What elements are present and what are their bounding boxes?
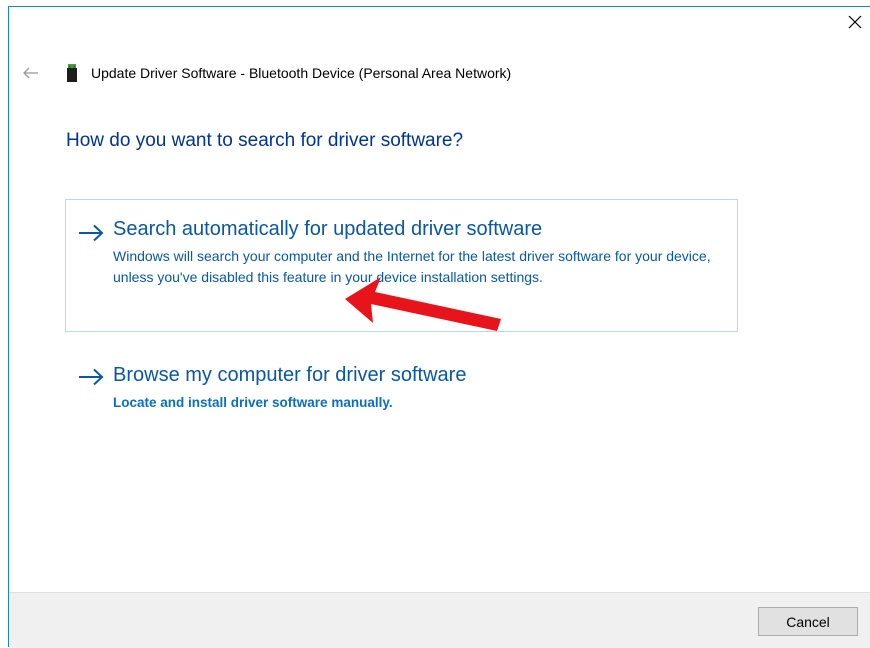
arrow-right-icon xyxy=(79,368,104,386)
arrow-right-icon xyxy=(79,224,104,242)
back-arrow-icon xyxy=(23,67,38,79)
cancel-button[interactable]: Cancel xyxy=(758,607,858,636)
option-description: Locate and install driver software manua… xyxy=(113,395,393,410)
option-title: Browse my computer for driver software xyxy=(113,364,467,386)
close-button[interactable] xyxy=(840,7,870,37)
close-icon xyxy=(848,15,862,29)
dialog-footer: Cancel xyxy=(9,592,870,648)
search-automatically-option[interactable]: Search automatically for updated driver … xyxy=(65,199,738,332)
title-row: Update Driver Software - Bluetooth Devic… xyxy=(67,63,511,83)
page-heading: How do you want to search for driver sof… xyxy=(66,130,464,151)
back-button[interactable] xyxy=(21,63,41,83)
dialog-window: Update Driver Software - Bluetooth Devic… xyxy=(8,6,870,648)
window-title: Update Driver Software - Bluetooth Devic… xyxy=(91,65,512,81)
option-description: Windows will search your computer and th… xyxy=(113,248,711,285)
option-title: Search automatically for updated driver … xyxy=(113,218,543,240)
usb-device-icon xyxy=(67,64,77,82)
browse-computer-option[interactable]: Browse my computer for driver software L… xyxy=(65,357,738,417)
